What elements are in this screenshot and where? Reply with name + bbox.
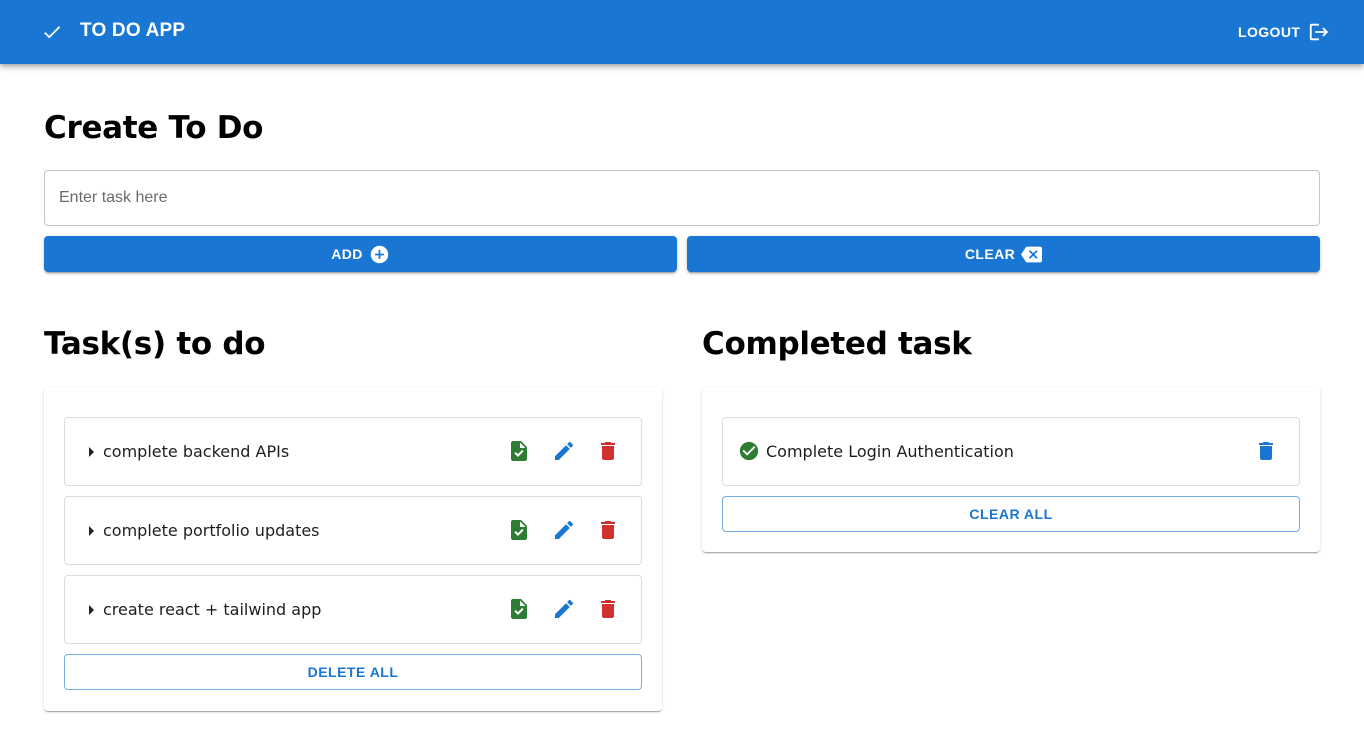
- expand-arrow-icon[interactable]: [89, 605, 94, 615]
- delete-trash-icon[interactable]: [595, 438, 621, 464]
- mark-done-icon[interactable]: [506, 438, 532, 464]
- delete-trash-icon[interactable]: [595, 596, 621, 622]
- add-circle-icon: [370, 245, 389, 263]
- edit-pencil-icon[interactable]: [551, 438, 577, 464]
- check-circle-icon: [739, 441, 759, 461]
- completed-item: Complete Login Authentication: [722, 417, 1300, 486]
- add-button[interactable]: ADD: [44, 236, 677, 272]
- delete-trash-icon[interactable]: [595, 517, 621, 543]
- completed-card: Complete Login Authentication CLEAR ALL: [702, 387, 1320, 552]
- todo-card: complete backend APIs complete portfolio…: [44, 387, 662, 711]
- delete-all-button[interactable]: DELETE ALL: [64, 654, 642, 690]
- logout-button[interactable]: LOGOUT: [1238, 17, 1330, 47]
- edit-pencil-icon[interactable]: [551, 517, 577, 543]
- todo-item: complete backend APIs: [64, 417, 642, 486]
- todo-item: complete portfolio updates: [64, 496, 642, 565]
- todo-item-text: create react + tailwind app: [103, 600, 322, 619]
- todo-item: create react + tailwind app: [64, 575, 642, 644]
- backspace-icon: [1021, 246, 1043, 262]
- delete-trash-icon[interactable]: [1253, 438, 1279, 464]
- todo-item-text: complete backend APIs: [103, 442, 290, 461]
- completed-item-text: Complete Login Authentication: [766, 442, 1014, 461]
- logout-icon: [1310, 23, 1329, 41]
- clear-button[interactable]: CLEAR: [687, 236, 1320, 272]
- app-title: TO DO APP: [80, 20, 186, 41]
- expand-arrow-icon[interactable]: [89, 526, 94, 536]
- clear-label: CLEAR: [964, 246, 1016, 262]
- app-bar: TO DO APP LOGOUT: [0, 0, 1364, 64]
- completed-heading: Completed task: [702, 326, 972, 362]
- todo-heading: Task(s) to do: [44, 326, 266, 362]
- edit-pencil-icon[interactable]: [551, 596, 577, 622]
- mark-done-icon[interactable]: [506, 517, 532, 543]
- create-heading: Create To Do: [44, 110, 264, 146]
- mark-done-icon[interactable]: [506, 596, 532, 622]
- add-label: ADD: [331, 246, 363, 262]
- todo-item-text: complete portfolio updates: [103, 521, 320, 540]
- task-input[interactable]: [44, 170, 1320, 226]
- check-icon: [44, 26, 61, 39]
- logout-label: LOGOUT: [1238, 24, 1301, 40]
- expand-arrow-icon[interactable]: [89, 447, 94, 457]
- clear-all-button[interactable]: CLEAR ALL: [722, 496, 1300, 532]
